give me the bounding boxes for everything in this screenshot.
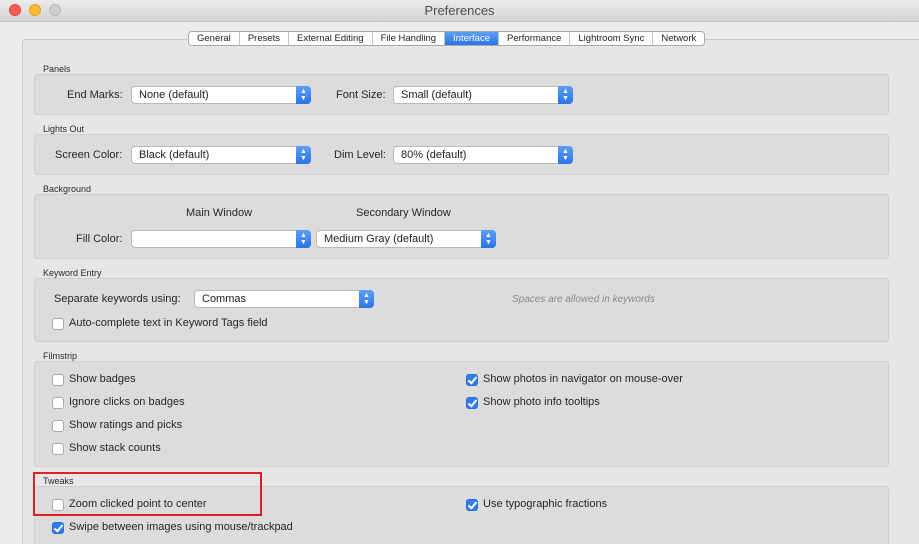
chevron-updown-icon: ▲ ▼ [359,290,374,308]
chevron-updown-icon: ▲ ▼ [481,230,496,248]
preferences-tab-bar: General Presets External Editing File Ha… [188,31,706,46]
screen-color-select[interactable]: Black (default) ▲ ▼ [131,146,311,164]
main-fill-color-select[interactable]: ▲ ▼ [131,230,311,248]
navigator-mouseover-checkbox[interactable] [466,374,478,386]
show-ratings-checkbox[interactable] [52,420,64,432]
panels-section-title: Panels [43,64,71,74]
fill-color-label: Fill Color: [76,233,123,245]
show-stack-counts-checkbox[interactable] [52,443,64,455]
ignore-clicks-label[interactable]: Ignore clicks on badges [69,396,185,408]
show-badges-checkbox[interactable] [52,374,64,386]
secondary-fill-color-value: Medium Gray (default) [324,233,434,245]
chevron-updown-icon: ▲ ▼ [558,146,573,164]
swipe-images-label[interactable]: Swipe between images using mouse/trackpa… [69,521,293,533]
main-window-label: Main Window [186,207,253,219]
chevron-updown-icon: ▲ ▼ [296,146,311,164]
tab-general[interactable]: General [189,32,240,45]
show-badges-label[interactable]: Show badges [69,373,136,385]
background-section-title: Background [43,184,92,194]
filmstrip-section-title: Filmstrip [43,351,77,361]
font-size-value: Small (default) [401,89,472,101]
font-size-label: Font Size: [336,89,386,101]
end-marks-value: None (default) [139,89,209,101]
separate-keywords-select[interactable]: Commas ▲ ▼ [194,290,374,308]
filmstrip-group [34,361,889,467]
preferences-window: Preferences General Presets External Edi… [0,0,919,544]
screen-color-value: Black (default) [139,149,210,161]
info-tooltips-label[interactable]: Show photo info tooltips [483,396,600,408]
font-size-select[interactable]: Small (default) ▲ ▼ [393,86,573,104]
annotation-highlight-box [33,472,262,516]
autocomplete-checkbox[interactable] [52,318,64,330]
info-tooltips-checkbox[interactable] [466,397,478,409]
show-ratings-label[interactable]: Show ratings and picks [69,419,182,431]
secondary-window-label: Secondary Window [356,207,451,219]
window-title: Preferences [424,3,495,18]
chevron-updown-icon: ▲ ▼ [558,86,573,104]
end-marks-select[interactable]: None (default) ▲ ▼ [131,86,311,104]
tab-presets[interactable]: Presets [239,32,290,45]
background-group [34,194,889,259]
swipe-images-checkbox[interactable] [52,522,64,534]
separate-keywords-value: Commas [202,293,247,305]
tab-file-handling[interactable]: File Handling [372,32,446,45]
dim-level-select[interactable]: 80% (default) ▲ ▼ [393,146,573,164]
title-bar[interactable]: Preferences [0,0,919,22]
keyword-entry-section-title: Keyword Entry [43,268,102,278]
autocomplete-label[interactable]: Auto-complete text in Keyword Tags field [69,317,268,329]
chevron-updown-icon: ▲ ▼ [296,86,311,104]
chevron-updown-icon: ▲ ▼ [296,230,311,248]
ignore-clicks-checkbox[interactable] [52,397,64,409]
tab-interface[interactable]: Interface [445,32,499,45]
screen-color-label: Screen Color: [55,149,123,161]
tab-external-editing[interactable]: External Editing [289,32,373,45]
keywords-hint: Spaces are allowed in keywords [512,294,655,305]
show-stack-counts-label[interactable]: Show stack counts [69,442,161,454]
dim-level-value: 80% (default) [401,149,467,161]
keyword-entry-group [34,278,889,342]
secondary-fill-color-select[interactable]: Medium Gray (default) ▲ ▼ [316,230,496,248]
end-marks-label: End Marks: [67,89,123,101]
typographic-fractions-label[interactable]: Use typographic fractions [483,498,607,510]
typographic-fractions-checkbox[interactable] [466,499,478,511]
navigator-mouseover-label[interactable]: Show photos in navigator on mouse-over [483,373,683,385]
separate-keywords-label: Separate keywords using: [54,293,181,305]
tab-network[interactable]: Network [653,32,705,45]
dim-level-label: Dim Level: [334,149,386,161]
tab-performance[interactable]: Performance [499,32,571,45]
tab-lightroom-sync[interactable]: Lightroom Sync [570,32,654,45]
lights-out-section-title: Lights Out [43,124,85,134]
